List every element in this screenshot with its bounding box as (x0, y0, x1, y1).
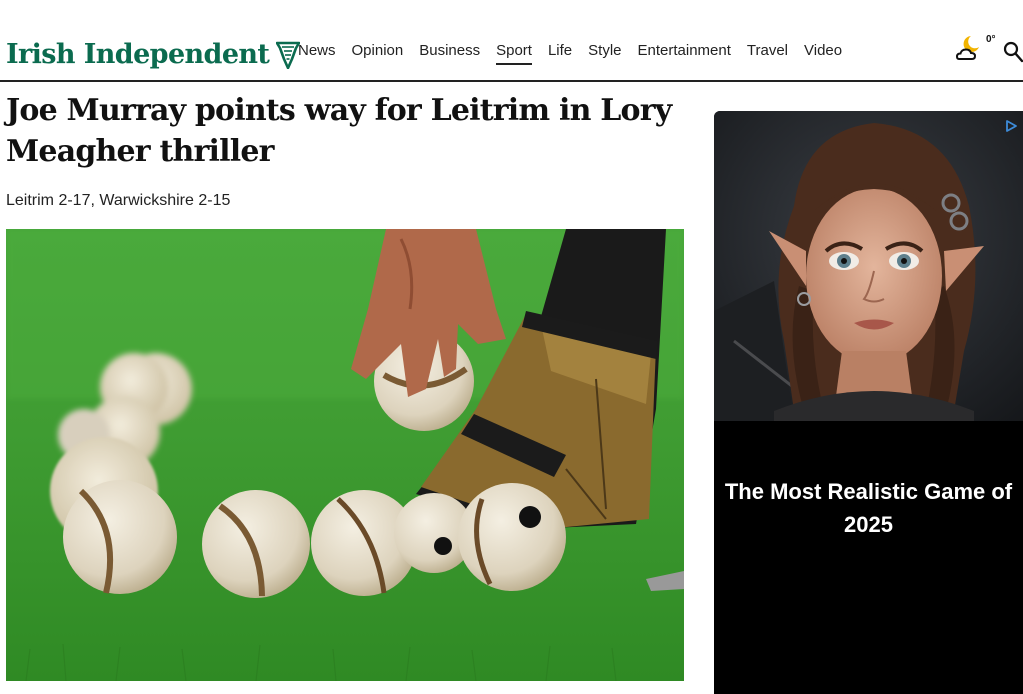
nav-opinion[interactable]: Opinion (352, 42, 404, 65)
weather-partly-cloudy-night-icon (955, 36, 979, 60)
ad-character-artwork (714, 111, 1023, 421)
search-icon[interactable] (1003, 41, 1023, 63)
sliotar-2 (202, 490, 310, 598)
nav-life[interactable]: Life (548, 42, 572, 65)
nav-news[interactable]: News (298, 42, 336, 65)
harp-icon (276, 41, 301, 69)
weather-temperature: 0° (986, 34, 996, 45)
ad-headline: The Most Realistic Game of 2025 (724, 479, 1013, 537)
brand-name: Irish Independent (6, 38, 270, 70)
sliotar-1 (63, 480, 177, 594)
header-divider (0, 80, 1023, 82)
ad-choices-icon[interactable] (1004, 119, 1018, 133)
site-logo[interactable]: Irish Independent (6, 34, 301, 74)
site-header: Irish Independent News Opinion Business … (0, 0, 1023, 82)
nav-business[interactable]: Business (419, 42, 480, 65)
nav-sport[interactable]: Sport (496, 42, 532, 65)
main-nav: News Opinion Business Sport Life Style E… (298, 42, 858, 65)
article-standfirst: Leitrim 2-17, Warwickshire 2-15 (6, 192, 231, 209)
nav-entertainment[interactable]: Entertainment (638, 42, 731, 65)
sidebar-advert[interactable]: The Most Realistic Game of 2025 (714, 111, 1023, 694)
nav-travel[interactable]: Travel (747, 42, 788, 65)
hero-image[interactable] (6, 229, 684, 681)
nav-video[interactable]: Video (804, 42, 842, 65)
weather-widget[interactable]: 0° (955, 33, 996, 63)
article-headline: Joe Murray points way for Leitrim in Lor… (6, 93, 672, 169)
nav-style[interactable]: Style (588, 42, 621, 65)
sliotar-5 (458, 483, 566, 591)
